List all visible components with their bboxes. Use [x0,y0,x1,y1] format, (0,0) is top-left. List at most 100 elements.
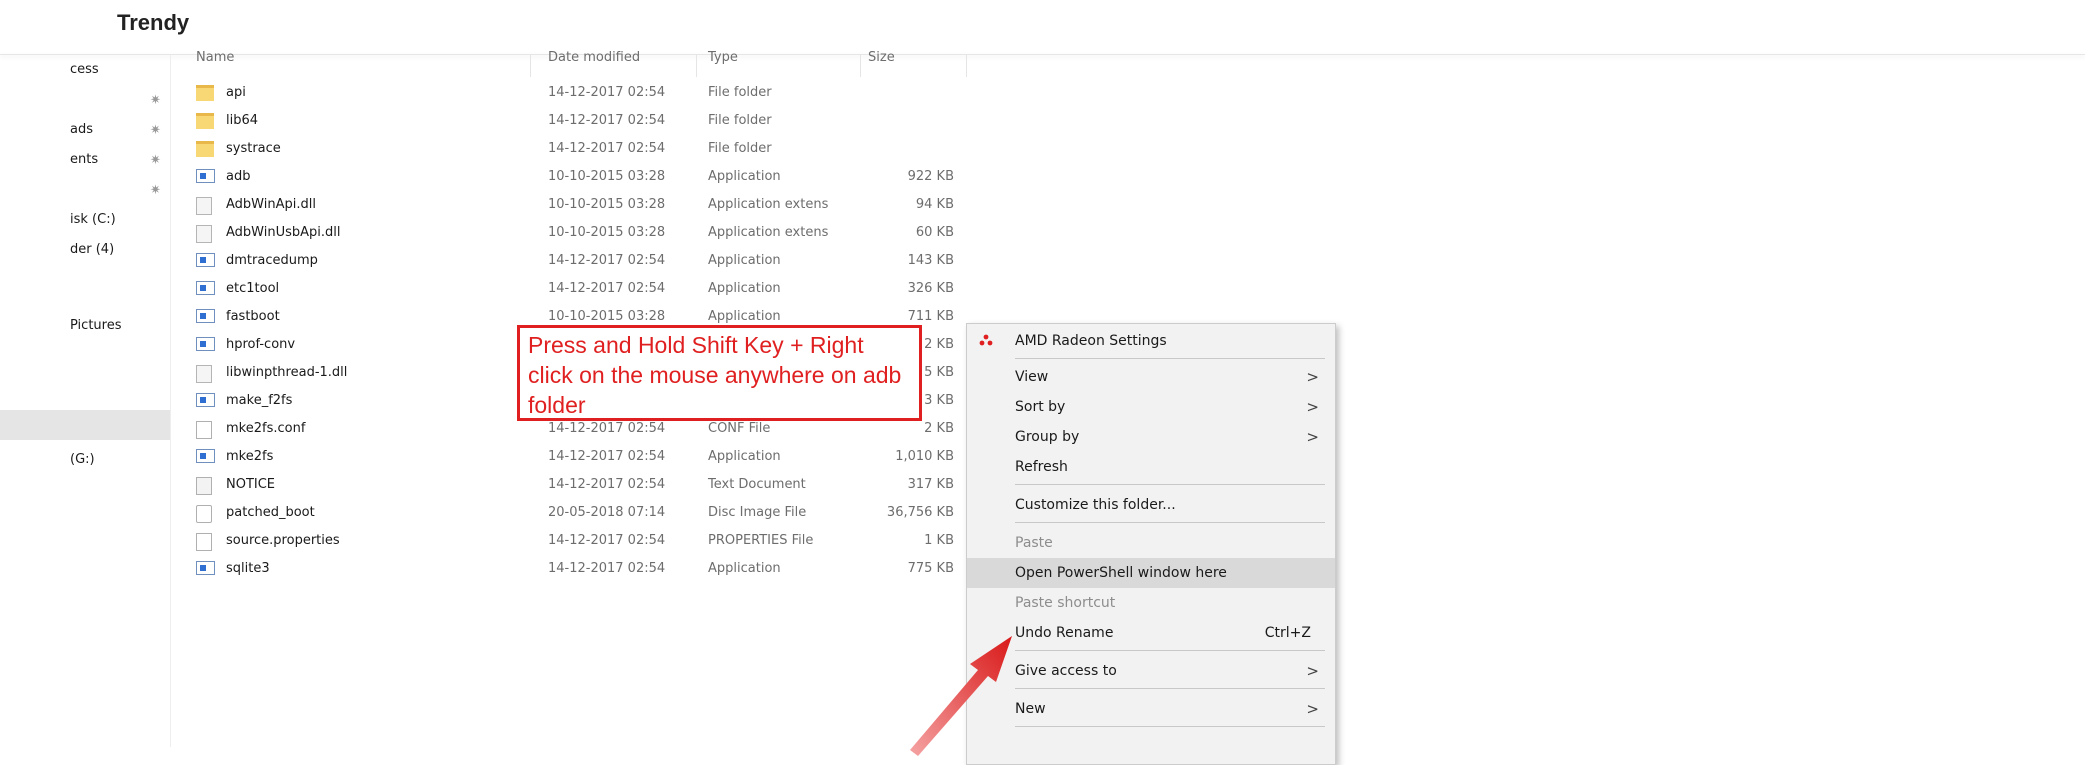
column-header-date[interactable]: Date modified [548,51,640,71]
red-arrow-icon [910,636,1012,756]
file-name: libwinpthread-1.dll [226,365,348,380]
menu-item[interactable]: Open PowerShell window here [967,558,1335,588]
file-date: 14-12-2017 02:54 [548,533,666,548]
file-row[interactable]: mke2fs 14-12-2017 02:54 Application 1,010 K… [196,443,966,471]
column-divider[interactable] [860,55,861,77]
dll-icon [196,365,212,383]
menu-item[interactable]: Undo Rename Ctrl+Z [967,618,1335,648]
file-name: api [226,85,246,100]
txt-icon [196,477,212,495]
menu-separator [1015,688,1325,689]
menu-separator [1015,650,1325,651]
pin-icon[interactable]: ✷ [150,153,161,168]
menu-item-label: Open PowerShell window here [1015,565,1227,581]
column-header-type[interactable]: Type [708,51,738,71]
menu-item[interactable]: AMD Radeon Settings [967,326,1335,356]
chevron-right-icon: > [1306,428,1319,446]
menu-item[interactable]: Refresh [967,452,1335,482]
pin-icon[interactable]: ✷ [150,123,161,138]
file-date: 10-10-2015 03:28 [548,197,666,212]
file-date: 14-12-2017 02:54 [548,281,666,296]
menu-item-label: Customize this folder... [1015,497,1176,513]
file-type: Application extens [708,225,829,240]
app-icon [196,169,215,183]
file-name: hprof-conv [226,337,296,352]
doc-icon [196,533,212,551]
chevron-right-icon: > [1306,398,1319,416]
file-row[interactable]: api 14-12-2017 02:54 File folder [196,79,966,107]
file-date: 20-05-2018 07:14 [548,505,666,520]
amd-radeon-icon [979,334,993,346]
file-row[interactable]: patched_boot 20-05-2018 07:14 Disc Image F… [196,499,966,527]
file-name: mke2fs [226,449,274,464]
file-row[interactable]: dmtracedump 14-12-2017 02:54 Application 14… [196,247,966,275]
menu-item[interactable]: Paste shortcut [967,588,1335,618]
file-type: Application [708,281,781,296]
navigation-pane: cess ✷ ads ✷ ents ✷ ✷ isk (C:) der (4) Pictures (G… [0,55,171,747]
column-divider[interactable] [696,55,697,77]
site-brand-title: Trendy [117,10,190,35]
file-row[interactable]: AdbWinApi.dll 10-10-2015 03:28 Application… [196,191,966,219]
file-type: Application [708,169,781,184]
file-name: systrace [226,141,281,156]
file-type: PROPERTIES File [708,533,814,548]
file-size: 36,756 KB [886,505,954,520]
app-icon [196,449,215,463]
menu-item[interactable]: Paste [967,528,1335,558]
file-row[interactable]: sqlite3 14-12-2017 02:54 Application 775 KB [196,555,966,583]
menu-item-label: Undo Rename [1015,625,1114,641]
img-icon [196,505,212,523]
file-date: 14-12-2017 02:54 [548,561,666,576]
file-row[interactable]: NOTICE 14-12-2017 02:54 Text Document 317 K… [196,471,966,499]
menu-item[interactable]: Group by > [967,422,1335,452]
nav-item[interactable]: (G:) [70,447,95,473]
file-date: 10-10-2015 03:28 [548,225,666,240]
nav-item[interactable]: cess [70,57,99,83]
file-size: 143 KB [907,253,954,268]
column-divider[interactable] [530,55,531,77]
file-size: 317 KB [907,477,954,492]
column-header-size[interactable]: Size [868,51,895,71]
menu-item[interactable]: New > [967,694,1335,724]
menu-item[interactable]: View > [967,362,1335,392]
file-type: File folder [708,113,772,128]
file-row[interactable]: lib64 14-12-2017 02:54 File folder [196,107,966,135]
file-row[interactable]: adb 10-10-2015 03:28 Application 922 KB [196,163,966,191]
file-row[interactable]: etc1tool 14-12-2017 02:54 Application 326 K… [196,275,966,303]
menu-item-label: Give access to [1015,663,1117,679]
file-size: 922 KB [907,169,954,184]
dll-icon [196,225,212,243]
folder-icon [196,113,214,129]
menu-item-label: AMD Radeon Settings [1015,333,1167,349]
file-size: 1,010 KB [895,449,954,464]
menu-item[interactable]: Sort by > [967,392,1335,422]
file-type: File folder [708,141,772,156]
column-divider[interactable] [966,55,967,77]
nav-item[interactable]: ads [70,117,93,143]
nav-item[interactable]: Pictures [70,313,121,339]
file-name: mke2fs.conf [226,421,306,436]
pin-icon[interactable]: ✷ [150,183,161,198]
doc-icon [196,421,212,439]
file-row[interactable]: AdbWinUsbApi.dll 10-10-2015 03:28 Applicat… [196,219,966,247]
app-icon [196,309,215,323]
file-type: Disc Image File [708,505,807,520]
menu-separator [1015,726,1325,727]
folder-icon [196,85,214,101]
menu-item-shortcut: Ctrl+Z [1264,625,1311,641]
menu-item[interactable]: Give access to > [967,656,1335,686]
file-row[interactable]: source.properties 14-12-2017 02:54 PROPERT… [196,527,966,555]
app-icon [196,337,215,351]
nav-item[interactable]: der (4) [70,237,114,263]
menu-item[interactable]: Customize this folder... [967,490,1335,520]
menu-separator [1015,522,1325,523]
file-row[interactable]: systrace 14-12-2017 02:54 File folder [196,135,966,163]
column-header-name[interactable]: Name [196,51,234,71]
menu-item-label: Paste shortcut [1015,595,1116,611]
nav-item[interactable]: ents [70,147,98,173]
nav-item[interactable]: isk (C:) [70,207,116,233]
dll-icon [196,197,212,215]
pin-icon[interactable]: ✷ [150,93,161,108]
file-size: 60 KB [915,225,954,240]
instruction-callout: Press and Hold Shift Key + Right click o… [517,325,922,421]
